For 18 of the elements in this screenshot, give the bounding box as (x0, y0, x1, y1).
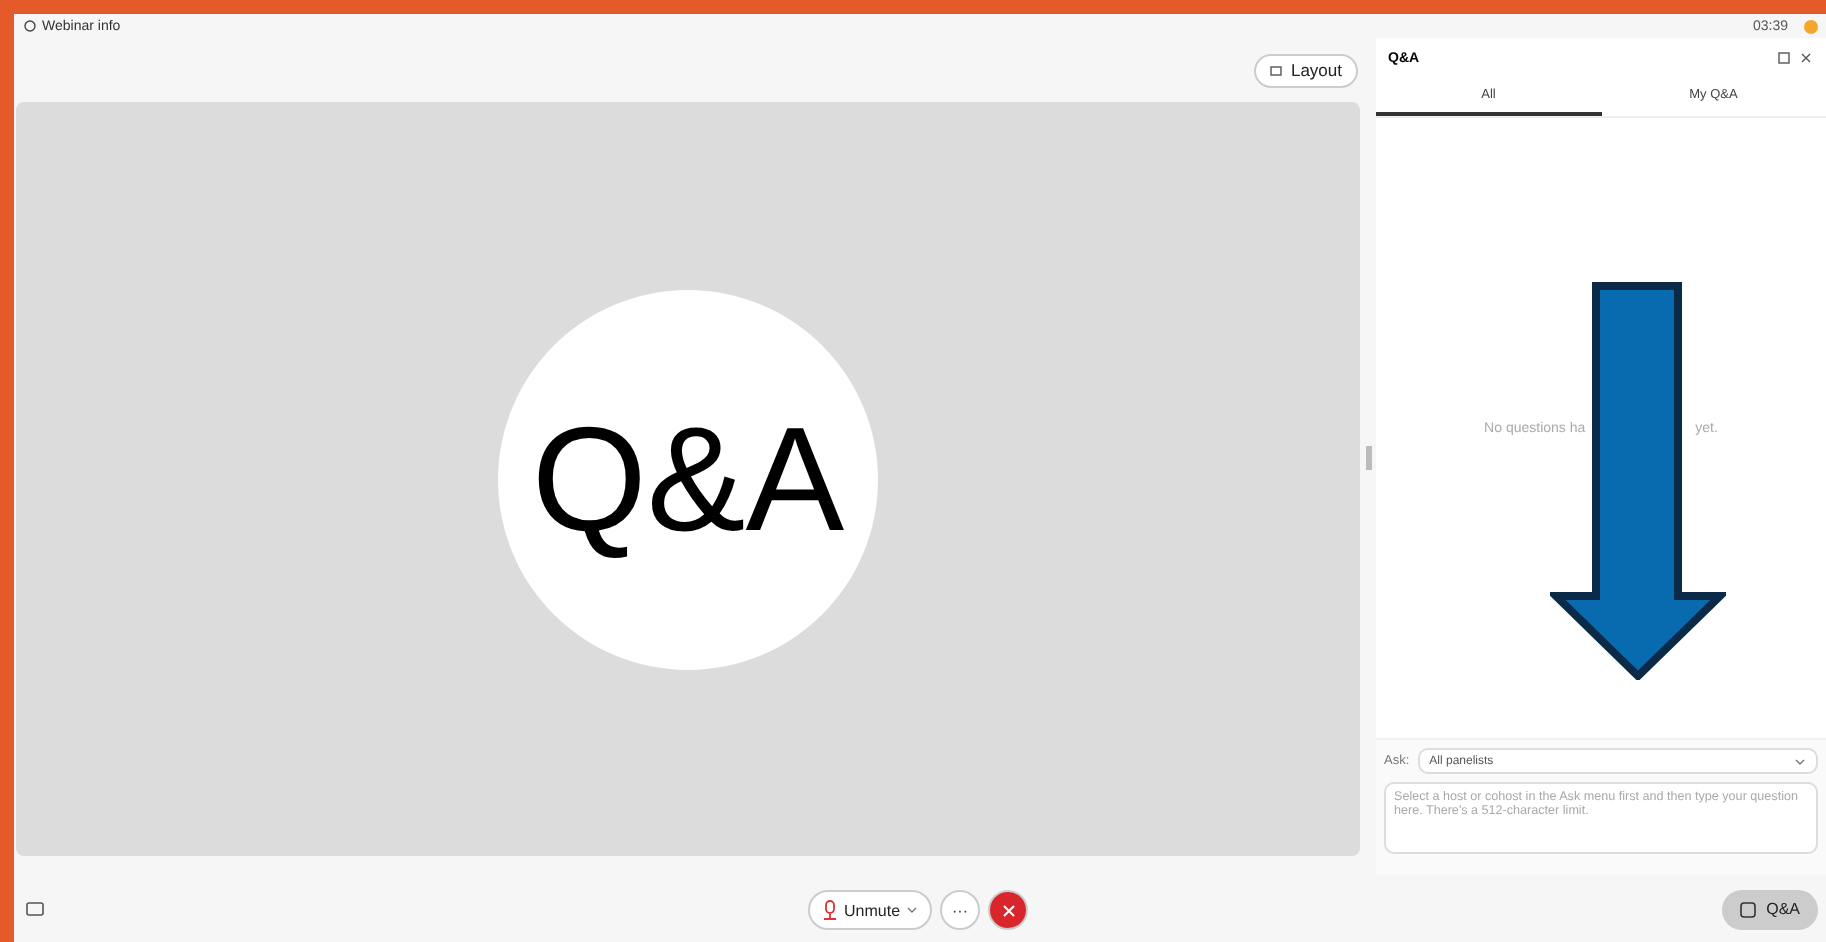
resize-handle[interactable] (1365, 445, 1371, 469)
more-button[interactable]: ··· (940, 890, 981, 930)
close-icon[interactable] (1800, 52, 1812, 64)
question-icon (1740, 901, 1757, 917)
info-icon (24, 20, 36, 32)
chevron-icon (906, 906, 919, 914)
slide-text: Q&A (498, 289, 878, 669)
unmute-button[interactable]: Unmute (808, 890, 933, 930)
close-icon (1001, 903, 1016, 917)
status-icon (1804, 19, 1818, 33)
chat-icon[interactable] (26, 901, 44, 917)
chevron-icon (1794, 757, 1806, 765)
popout-icon[interactable] (1778, 52, 1790, 64)
layout-button[interactable]: Layout (1254, 53, 1358, 87)
leave-button[interactable] (988, 890, 1029, 930)
qa-button[interactable]: Q&A (1722, 889, 1818, 929)
grid-icon (1270, 65, 1283, 75)
muted-microphone-icon (822, 900, 838, 920)
